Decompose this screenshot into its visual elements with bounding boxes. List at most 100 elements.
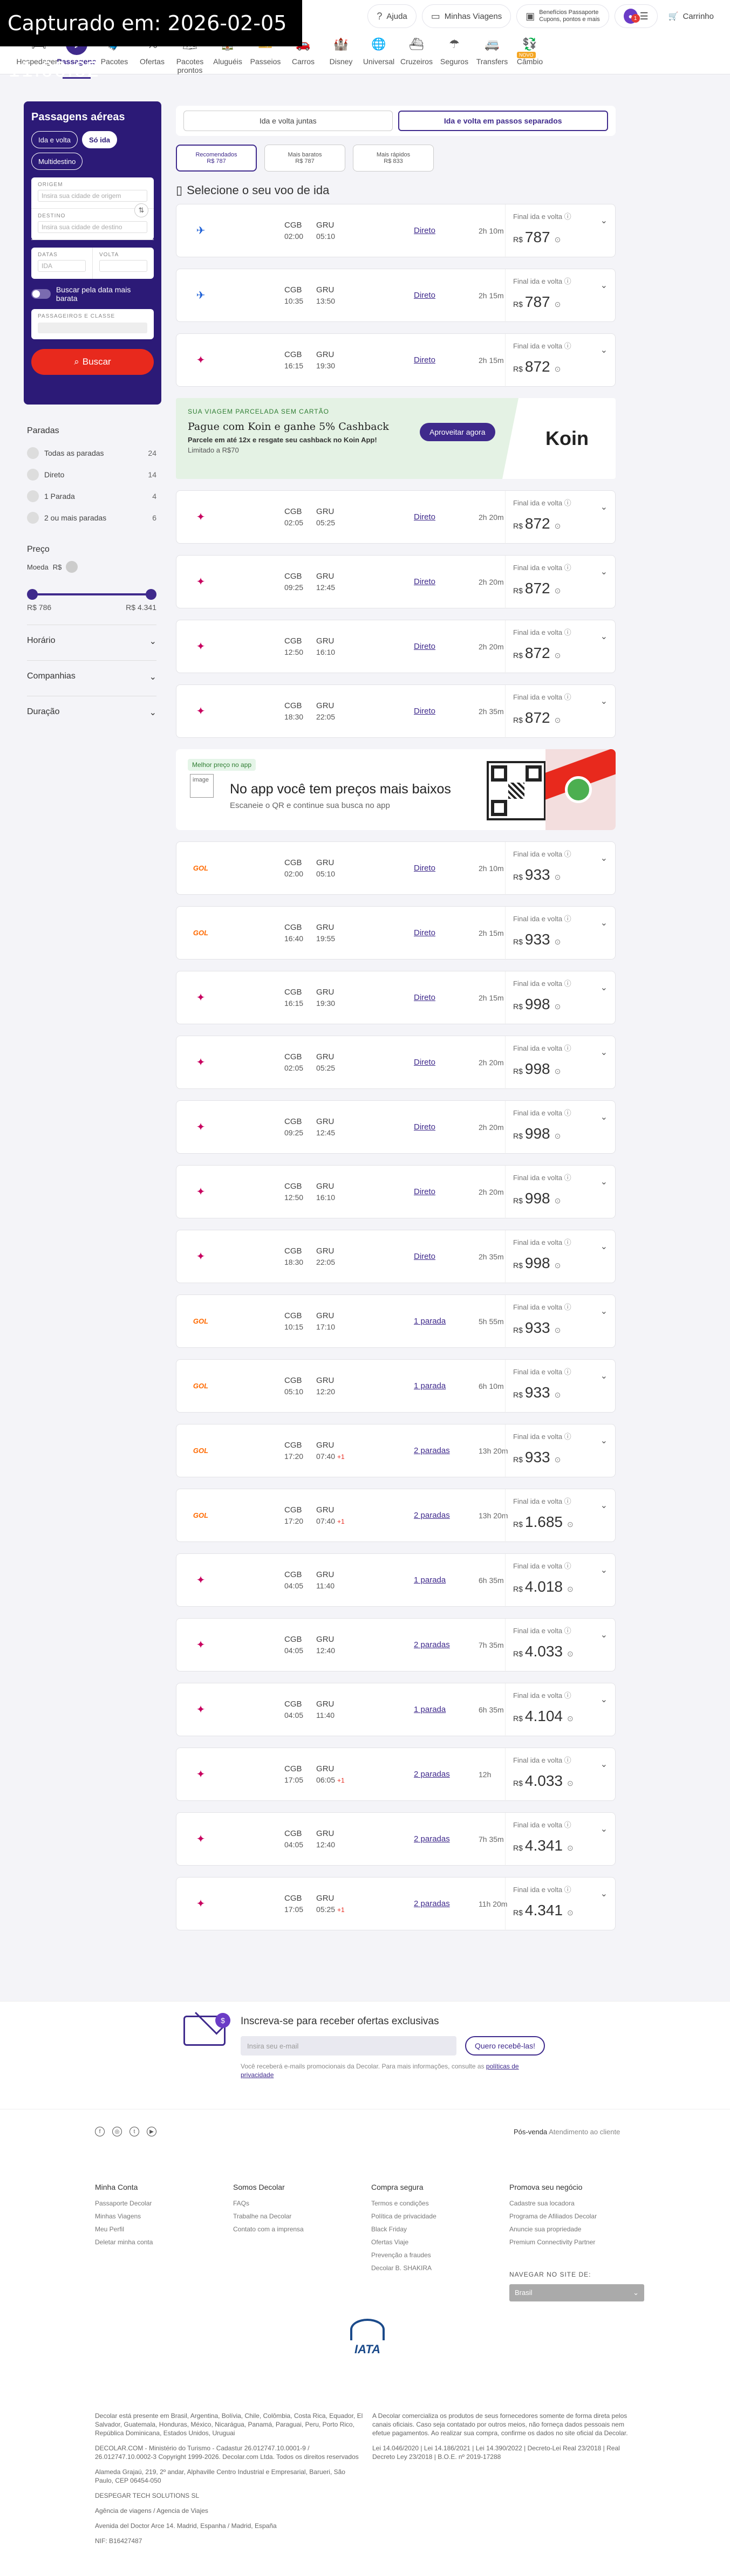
- nav-item-13[interactable]: 💱 Câmbio NOVO: [513, 33, 547, 74]
- chevron-down-icon[interactable]: ⌄: [601, 853, 608, 864]
- checkbox[interactable]: [27, 490, 39, 502]
- flight-card[interactable]: ✦ CGB 02:05 GRU 05:25 Direto 2h 20m Final ida e…: [176, 1036, 616, 1090]
- koin-cta-button[interactable]: Aproveitar agora: [420, 423, 495, 441]
- flight-card[interactable]: GOL CGB 17:20 GRU 07:40 +1 2 paradas 13h 20m Fi…: [176, 1424, 616, 1478]
- trip-multidestination[interactable]: Multidestino: [31, 153, 83, 170]
- footer-link[interactable]: Trabalhe na Decolar: [233, 2210, 371, 2223]
- flight-card[interactable]: GOL CGB 02:00 GRU 05:10 Direto 2h 10m Final ida…: [176, 841, 616, 895]
- stop-option-2[interactable]: 1 Parada 4: [27, 485, 156, 507]
- stops-link[interactable]: Direto: [414, 642, 479, 651]
- chevron-down-icon[interactable]: ⌄: [601, 345, 608, 355]
- stops-link[interactable]: Direto: [414, 226, 479, 235]
- passport-benefits-button[interactable]: ▣ Benefícios Passaporte Cupons, pontos e m…: [516, 4, 609, 28]
- nav-item-8[interactable]: 🏰 Disney: [324, 33, 358, 74]
- flight-card[interactable]: ✈ CGB 02:00 GRU 05:10 Direto 2h 10m Final ida e…: [176, 204, 616, 258]
- chevron-down-icon[interactable]: ⌄: [601, 502, 608, 512]
- stops-link[interactable]: 2 paradas: [414, 1834, 479, 1844]
- chevron-down-icon[interactable]: ⌄: [601, 1694, 608, 1705]
- chevron-down-icon[interactable]: ⌄: [601, 215, 608, 226]
- checkbox[interactable]: [27, 447, 39, 459]
- chevron-down-icon[interactable]: ⌄: [601, 1759, 608, 1770]
- footer-link[interactable]: Passaporte Decolar: [95, 2197, 233, 2210]
- flight-card[interactable]: ✦ CGB 17:05 GRU 05:25 +1 2 paradas 11h 20m Fina…: [176, 1877, 616, 1931]
- filter-horario[interactable]: Horário ⌄: [27, 625, 156, 660]
- sort-cheapest[interactable]: Mais baratos R$ 787: [264, 145, 345, 172]
- destination-input[interactable]: Insira sua cidade de destino: [38, 221, 147, 233]
- instagram-icon[interactable]: ◎: [112, 2127, 122, 2136]
- my-trips-button[interactable]: ▭ Minhas Viagens: [421, 4, 511, 28]
- chevron-down-icon[interactable]: ⌄: [601, 982, 608, 993]
- footer-link[interactable]: Deletar minha conta: [95, 2236, 233, 2249]
- toggle-switch[interactable]: [31, 289, 51, 299]
- nav-item-11[interactable]: ☂ Seguros: [437, 33, 472, 74]
- checkbox[interactable]: [27, 512, 39, 524]
- flight-card[interactable]: ✦ CGB 04:05 GRU 12:40 2 paradas 7h 35m Final id…: [176, 1618, 616, 1672]
- twitter-icon[interactable]: t: [129, 2127, 139, 2136]
- footer-link[interactable]: Política de privacidade: [371, 2210, 509, 2223]
- chevron-down-icon[interactable]: ⌄: [601, 1112, 608, 1122]
- footer-link[interactable]: Premium Connectivity Partner: [509, 2236, 647, 2249]
- stops-link[interactable]: Direto: [414, 1187, 479, 1196]
- flight-card[interactable]: ✈ CGB 10:35 GRU 13:50 Direto 2h 15m Final ida e…: [176, 269, 616, 323]
- flight-card[interactable]: ✦ CGB 04:05 GRU 12:40 2 paradas 7h 35m Final id…: [176, 1812, 616, 1866]
- stops-link[interactable]: 2 paradas: [414, 1446, 479, 1455]
- flight-card[interactable]: ✦ CGB 04:05 GRU 11:40 1 parada 6h 35m Final ida…: [176, 1683, 616, 1737]
- price-min-handle[interactable]: [27, 589, 38, 600]
- chevron-down-icon[interactable]: ⌄: [601, 1047, 608, 1058]
- stops-link[interactable]: Direto: [414, 355, 479, 365]
- stop-option-0[interactable]: Todas as paradas 24: [27, 442, 156, 464]
- flight-card[interactable]: ✦ CGB 02:05 GRU 05:25 Direto 2h 20m Final ida e…: [176, 490, 616, 544]
- help-button[interactable]: ? Ajuda: [367, 4, 417, 28]
- trip-oneway[interactable]: Só ida: [82, 131, 118, 148]
- newsletter-submit-button[interactable]: Quero recebê-las!: [465, 2036, 545, 2056]
- flight-card[interactable]: ✦ CGB 12:50 GRU 16:10 Direto 2h 20m Final ida e…: [176, 620, 616, 674]
- currency-switch[interactable]: Moeda R$: [27, 561, 156, 573]
- date-ida-field[interactable]: DATAS IDA: [31, 248, 93, 279]
- stops-link[interactable]: Direto: [414, 1122, 479, 1132]
- flight-card[interactable]: ✦ CGB 16:15 GRU 19:30 Direto 2h 15m Final ida e…: [176, 333, 616, 387]
- account-menu-button[interactable]: ● 1 ☰: [614, 4, 658, 28]
- flight-card[interactable]: ✦ CGB 04:05 GRU 11:40 1 parada 6h 35m Final ida…: [176, 1553, 616, 1607]
- flight-card[interactable]: ✦ CGB 18:30 GRU 22:05 Direto 2h 35m Final ida e…: [176, 684, 616, 738]
- facebook-icon[interactable]: f: [95, 2127, 105, 2136]
- stops-link[interactable]: Direto: [414, 928, 479, 937]
- chevron-down-icon[interactable]: ⌄: [601, 631, 608, 642]
- footer-link[interactable]: Cadastre sua locadora: [509, 2197, 647, 2210]
- currency-toggle[interactable]: [66, 561, 78, 573]
- stops-link[interactable]: Direto: [414, 291, 479, 300]
- stops-link[interactable]: 1 parada: [414, 1317, 479, 1326]
- checkbox[interactable]: [27, 469, 39, 481]
- footer-link[interactable]: Black Friday: [371, 2223, 509, 2236]
- stops-link[interactable]: 2 paradas: [414, 1770, 479, 1779]
- stops-link[interactable]: 2 paradas: [414, 1511, 479, 1520]
- chevron-down-icon[interactable]: ⌄: [601, 566, 608, 577]
- footer-link[interactable]: Decolar B. SHAKIRA: [371, 2262, 509, 2274]
- search-button[interactable]: ⌕ Buscar: [31, 349, 154, 375]
- flight-card[interactable]: ✦ CGB 09:25 GRU 12:45 Direto 2h 20m Final ida e…: [176, 555, 616, 609]
- stops-link[interactable]: Direto: [414, 577, 479, 586]
- stops-link[interactable]: Direto: [414, 993, 479, 1002]
- chevron-down-icon[interactable]: ⌄: [601, 1176, 608, 1187]
- flight-card[interactable]: GOL CGB 16:40 GRU 19:55 Direto 2h 15m Final ida…: [176, 906, 616, 960]
- price-max-handle[interactable]: [146, 589, 156, 600]
- origin-input[interactable]: Insira sua cidade de origem: [38, 190, 147, 202]
- nav-item-10[interactable]: ⛴ Cruzeiros: [399, 33, 434, 74]
- chevron-down-icon[interactable]: ⌄: [601, 280, 608, 291]
- flight-card[interactable]: ✦ CGB 12:50 GRU 16:10 Direto 2h 20m Final ida e…: [176, 1165, 616, 1219]
- chevron-down-icon[interactable]: ⌄: [601, 1565, 608, 1575]
- price-slider[interactable]: [27, 588, 156, 601]
- flight-card[interactable]: ✦ CGB 18:30 GRU 22:05 Direto 2h 35m Final ida e…: [176, 1230, 616, 1284]
- stop-option-1[interactable]: Direto 14: [27, 464, 156, 485]
- cart-button[interactable]: 🛒 Carrinho: [663, 11, 719, 22]
- stops-link[interactable]: Direto: [414, 1058, 479, 1067]
- newsletter-email-input[interactable]: Insira seu e-mail: [241, 2036, 456, 2056]
- footer-link[interactable]: Programa de Afiliados Decolar: [509, 2210, 647, 2223]
- flight-card[interactable]: ✦ CGB 17:05 GRU 06:05 +1 2 paradas 12h Final id…: [176, 1748, 616, 1801]
- stops-link[interactable]: Direto: [414, 707, 479, 716]
- flight-card[interactable]: ✦ CGB 09:25 GRU 12:45 Direto 2h 20m Final ida e…: [176, 1100, 616, 1154]
- flight-card[interactable]: GOL CGB 10:15 GRU 17:10 1 parada 5h 55m Final i…: [176, 1294, 616, 1348]
- flight-card[interactable]: GOL CGB 05:10 GRU 12:20 1 parada 6h 10m Final i…: [176, 1359, 616, 1413]
- stops-link[interactable]: 2 paradas: [414, 1899, 479, 1908]
- nav-item-9[interactable]: 🌐 Universal: [361, 33, 396, 74]
- stops-link[interactable]: 1 parada: [414, 1381, 479, 1390]
